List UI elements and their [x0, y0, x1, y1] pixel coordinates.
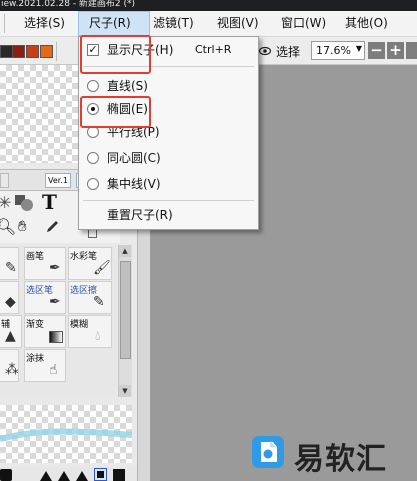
text-tool-icon[interactable]: T — [42, 190, 57, 214]
chevron-down-icon: ▼ — [355, 44, 362, 53]
watermark-logo: 易软汇 — [248, 424, 417, 481]
color-swatch[interactable] — [26, 45, 39, 58]
brush-shape-button[interactable] — [58, 471, 70, 481]
brush-shape-button[interactable] — [40, 471, 52, 481]
menu-item-concentric[interactable]: 同心圆(C) — [79, 147, 258, 169]
toolbar-separator — [56, 42, 57, 61]
brush-icon: 🖌︎ — [93, 260, 111, 276]
zoom-in-button[interactable]: + — [387, 42, 404, 59]
watermark-text: 易软汇 — [294, 442, 387, 477]
menu-item-reset-ruler[interactable]: 重置尺子(R) — [79, 204, 258, 226]
menu-window[interactable]: 窗口(W) — [281, 11, 326, 36]
tool-cell-selection-eraser[interactable]: 选区擦 ✎ — [68, 281, 112, 314]
tool-cell-partial[interactable]: ✎ — [0, 247, 19, 280]
search-icon[interactable]: 🔍︎ — [0, 217, 16, 236]
menu-item-label: 同心圆(C) — [107, 151, 161, 165]
tool-icon: ▲ — [5, 328, 16, 344]
tool-cell-gradient[interactable]: 渐变 — [24, 315, 66, 348]
pen-icon: ✒︎ — [49, 260, 61, 276]
water-drop-icon: 💧︎ — [95, 328, 101, 344]
sparkle-icon[interactable]: ✳ — [0, 193, 11, 212]
menu-item-line[interactable]: 直线(S) — [79, 75, 258, 97]
tab-version[interactable]: Ver.1 — [45, 173, 71, 188]
highlight-box-ellipse — [80, 96, 151, 128]
menu-item-label: 集中线(V) — [107, 177, 161, 191]
color-swatch[interactable] — [40, 45, 53, 58]
tool-label: 模糊 — [70, 320, 89, 330]
tool-cell-selection-pen[interactable]: 选区笔 ✒︎ — [24, 281, 66, 314]
radio-icon — [87, 80, 99, 92]
menu-bar: 选择(S) 尺子(R) 滤镜(T) 视图(V) 窗口(W) 其他(O) — [0, 11, 417, 37]
menu-item-shortcut: Ctrl+R — [195, 43, 232, 56]
menu-filter[interactable]: 滤镜(T) — [153, 11, 194, 36]
tool-label: 涂抹 — [26, 354, 45, 364]
scroll-down-button[interactable]: ▼ — [119, 385, 131, 397]
scroll-up-button[interactable]: ▲ — [119, 245, 131, 257]
menu-separator — [83, 200, 254, 201]
menu-item-label: 重置尺子(R) — [107, 208, 173, 222]
brush-tool-grid: ✎ 画笔 ✒︎ 水彩笔 🖌︎ ◆ 选区笔 ✒︎ 选区擦 ✎ 辅 ▲ 渐变 模糊 — [0, 245, 116, 395]
hand-icon[interactable]: ✋︎ — [18, 217, 27, 235]
menu-select[interactable]: 选择(S) — [24, 11, 65, 36]
brush-shape-button[interactable] — [113, 469, 125, 481]
tool-cell-fragment[interactable]: 辅 ▲ — [0, 315, 22, 348]
tool-label: 渐变 — [26, 320, 45, 330]
menu-item-focus-lines[interactable]: 集中线(V) — [79, 173, 258, 195]
menu-other[interactable]: 其他(O) — [345, 11, 388, 36]
tool-cell-blur[interactable]: 模糊 💧︎ — [68, 315, 112, 348]
tool-cell-watercolor[interactable]: 水彩笔 🖌︎ — [68, 247, 112, 280]
eye-icon[interactable] — [258, 45, 272, 56]
brush-stroke-preview — [0, 405, 132, 463]
menu-view[interactable]: 视图(V) — [217, 11, 259, 36]
menu-item-label: 直线(S) — [107, 79, 148, 93]
tool-grid-scrollbar[interactable]: ▲ ▼ — [118, 245, 132, 397]
window-title-bar: iew.2021.02.28 - 新建画布2 (*) — [0, 0, 417, 11]
zoom-value: 17.6% — [316, 44, 351, 57]
logo-icon — [252, 436, 284, 468]
tab-fragment[interactable] — [0, 173, 9, 188]
brush-shape-row — [0, 467, 137, 481]
brush-shape-button[interactable] — [76, 471, 88, 481]
gradient-icon — [49, 331, 63, 343]
small-square-icon[interactable] — [88, 229, 97, 238]
tool-cell-partial[interactable]: ◆ — [0, 281, 19, 314]
tool-cell-smudge[interactable]: 涂抹 ☝︎ — [24, 349, 66, 382]
highlight-box-show-ruler — [80, 35, 151, 74]
window-title: iew.2021.02.28 - 新建画布2 (*) — [1, 0, 136, 9]
brush-shape-button[interactable] — [94, 468, 107, 481]
radio-icon — [87, 178, 99, 190]
selection-label: 选择 — [276, 45, 301, 59]
tool-label: 画笔 — [26, 252, 45, 262]
tool-cell-pen[interactable]: 画笔 ✒︎ — [24, 247, 66, 280]
color-swatch[interactable] — [12, 45, 25, 58]
radio-icon — [87, 152, 99, 164]
zoom-out-button[interactable]: − — [368, 42, 385, 59]
menu-separator — [4, 14, 5, 33]
zoom-select[interactable]: 17.6% ▼ — [311, 41, 365, 60]
selection-eraser-icon: ✎ — [93, 294, 105, 310]
smudge-finger-icon: ☝︎ — [49, 362, 58, 378]
tool-cell-partial[interactable]: ⁂ — [0, 349, 19, 382]
fill-shape-icon[interactable] — [14, 194, 34, 212]
zoom-extra-button[interactable] — [406, 42, 417, 59]
selection-pen-icon: ✒︎ — [49, 294, 61, 310]
brush-shape-button[interactable] — [0, 469, 12, 481]
eyedropper-icon[interactable] — [44, 219, 60, 235]
scroll-thumb[interactable] — [120, 261, 131, 359]
menu-ruler[interactable]: 尺子(R) — [78, 11, 150, 36]
